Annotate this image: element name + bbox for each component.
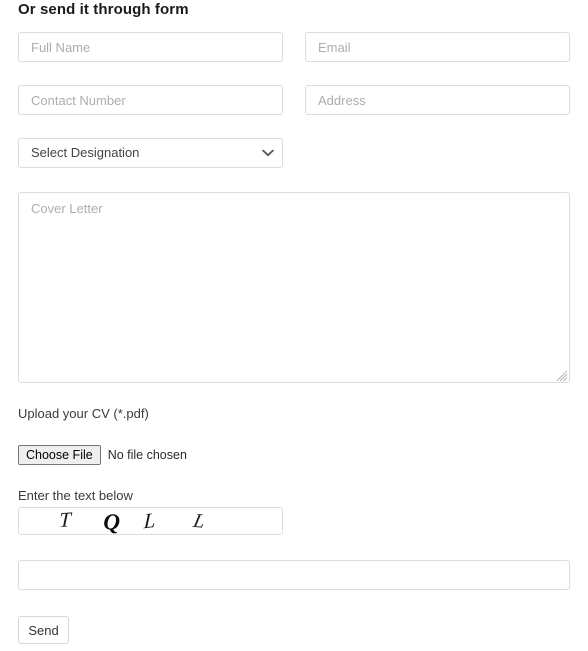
captcha-answer-input[interactable] [18, 560, 570, 590]
svg-text:L: L [142, 508, 156, 534]
designation-select[interactable]: Select Designation [18, 138, 283, 168]
svg-text:Q: Q [103, 509, 121, 534]
upload-cv-label: Upload your CV (*.pdf) [18, 406, 149, 421]
job-application-form-page: Or send it through form Select Designati… [0, 0, 588, 651]
svg-text:L: L [190, 510, 207, 533]
full-name-input[interactable] [18, 32, 283, 62]
cover-letter-textarea[interactable] [18, 192, 570, 383]
cv-file-input[interactable]: Choose File No file chosen [18, 445, 187, 465]
address-input[interactable] [305, 85, 570, 115]
send-button[interactable]: Send [18, 616, 69, 644]
email-input[interactable] [305, 32, 570, 62]
svg-text:T: T [59, 508, 73, 532]
designation-select-wrapper[interactable]: Select Designation [18, 138, 283, 168]
contact-number-input[interactable] [18, 85, 283, 115]
choose-file-button[interactable]: Choose File [18, 445, 101, 465]
captcha-image: T Q L L [18, 507, 283, 535]
captcha-label: Enter the text below [18, 488, 133, 503]
file-chosen-status: No file chosen [107, 448, 187, 462]
page-title: Or send it through form [18, 1, 189, 18]
